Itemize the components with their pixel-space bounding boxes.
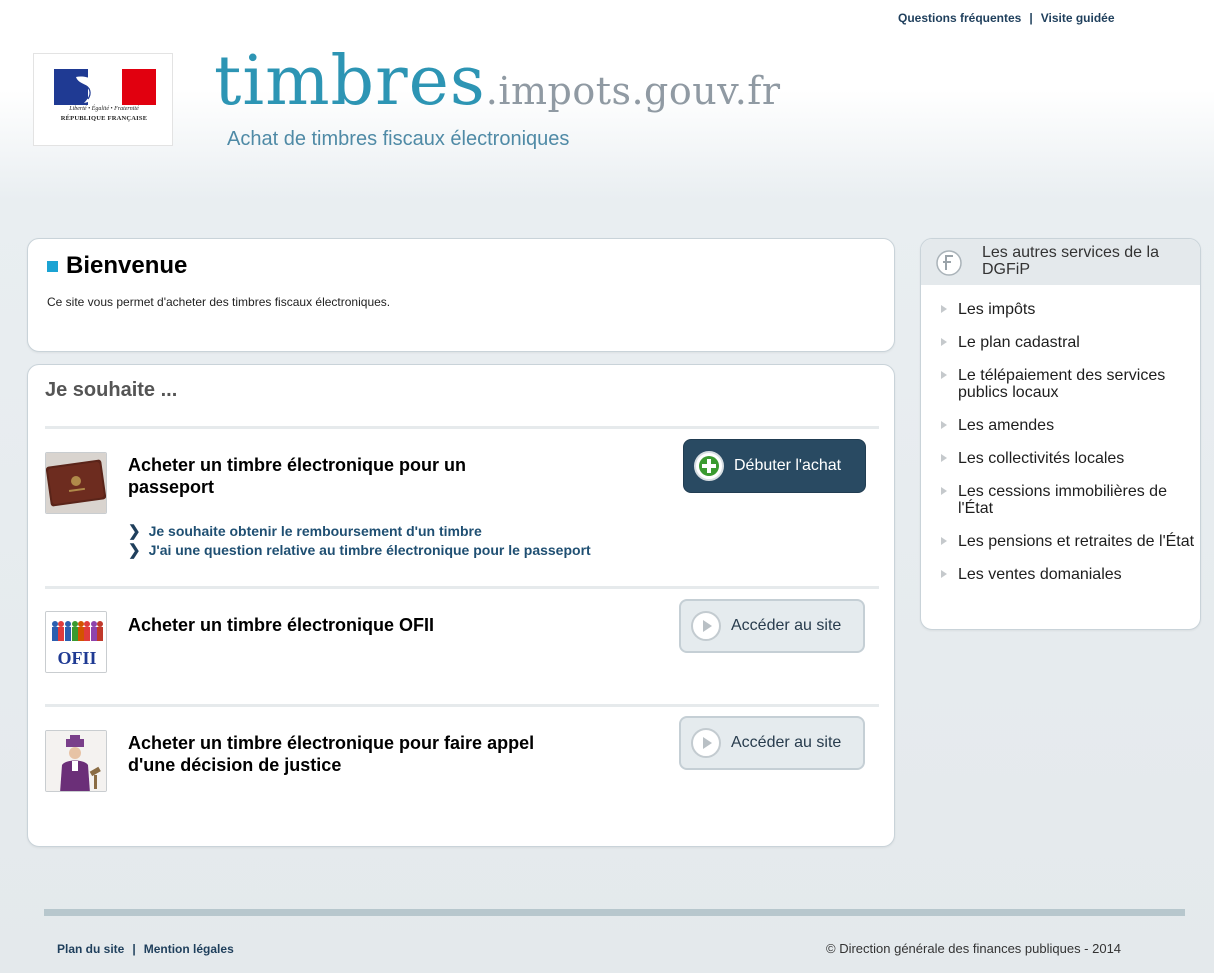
top-links: Questions fréquentes | Visite guidée: [898, 11, 1115, 25]
refund-link-label: Je souhaite obtenir le remboursement d'u…: [148, 523, 482, 539]
triangle-bullet-icon: [941, 421, 947, 429]
site-title[interactable]: timbres.impots.gouv.fr: [214, 48, 781, 116]
logo-motto: Liberté • Égalité • Fraternité: [69, 106, 139, 112]
play-icon: [691, 728, 721, 758]
divider: [45, 704, 879, 707]
chevron-right-icon: ❯: [128, 523, 141, 540]
footer-separator: |: [132, 942, 136, 956]
sidebar-item-amendes[interactable]: Les amendes: [941, 417, 1196, 434]
sidebar-item-label: Les impôts: [958, 301, 1036, 318]
sidebar-item-label: Le télépaiement des services publics loc…: [958, 367, 1166, 401]
start-purchase-button[interactable]: Débuter l'achat: [683, 439, 866, 493]
sidebar-item-cessions[interactable]: Les cessions immobilières de l'État: [941, 483, 1196, 517]
ofii-icon: OFII: [45, 611, 107, 673]
ofii-item-title: Acheter un timbre électronique OFII: [128, 615, 435, 635]
legal-notice-link[interactable]: Mention légales: [144, 942, 234, 956]
chevron-right-icon: ❯: [128, 542, 141, 559]
sidebar-title: Les autres services de la DGFiP: [982, 244, 1159, 278]
passport-icon: [45, 452, 107, 514]
guided-tour-link[interactable]: Visite guidée: [1041, 11, 1115, 25]
triangle-bullet-icon: [941, 305, 947, 313]
access-ofii-site-button[interactable]: Accéder au site: [679, 599, 865, 653]
start-purchase-label: Débuter l'achat: [734, 457, 842, 474]
wish-title: Je souhaite ...: [45, 379, 178, 401]
justice-title-line2: d'une décision de justice: [128, 755, 342, 775]
ofii-icon-text: OFII: [57, 648, 96, 668]
passport-item-title: Acheter un timbre électronique pour un p…: [128, 454, 466, 498]
passport-title-line1: Acheter un timbre électronique pour un: [128, 455, 467, 475]
sidebar-item-label: Les ventes domaniales: [958, 566, 1122, 583]
top-links-separator: |: [1029, 11, 1033, 25]
logo-republic-text: RÉPUBLIQUE FRANÇAISE: [60, 115, 148, 122]
access-ofii-site-label: Accéder au site: [731, 617, 842, 634]
footer-divider: [44, 909, 1185, 916]
triangle-bullet-icon: [941, 570, 947, 578]
sidebar-item-ventes[interactable]: Les ventes domaniales: [941, 566, 1196, 583]
triangle-bullet-icon: [941, 454, 947, 462]
welcome-heading: Bienvenue: [47, 252, 187, 280]
passport-question-link-label: J'ai une question relative au timbre éle…: [148, 542, 591, 558]
welcome-title: Bienvenue: [66, 252, 188, 279]
sitemap-link[interactable]: Plan du site: [57, 942, 124, 956]
divider: [45, 586, 879, 589]
access-justice-site-label: Accéder au site: [731, 734, 842, 751]
sidebar-item-label: Les pensions et retraites de l'État: [958, 533, 1195, 550]
sidebar-item-label: Le plan cadastral: [958, 334, 1080, 351]
sidebar-item-collectivites[interactable]: Les collectivités locales: [941, 450, 1196, 467]
play-icon: [691, 611, 721, 641]
dgfip-services-sidebar: Les autres services de la DGFiP Les impô…: [920, 238, 1201, 630]
faq-link[interactable]: Questions fréquentes: [898, 11, 1021, 25]
sidebar-header: Les autres services de la DGFiP: [921, 239, 1200, 285]
passport-question-link[interactable]: ❯ J'ai une question relative au timbre él…: [128, 541, 591, 559]
square-bullet-icon: [47, 261, 58, 272]
wish-panel: Je souhaite ... Acheter un timbre électr…: [27, 364, 895, 847]
sidebar-item-impots[interactable]: Les impôts: [941, 301, 1196, 318]
sidebar-item-telepaiement[interactable]: Le télépaiement des services publics loc…: [941, 367, 1196, 401]
sidebar-item-label: Les cessions immobilières de l'État: [958, 483, 1167, 517]
justice-icon: [45, 730, 107, 792]
republique-francaise-logo[interactable]: Liberté • Égalité • Fraternité RÉPUBLIQU…: [33, 53, 173, 146]
triangle-bullet-icon: [941, 338, 947, 346]
footer-links: Plan du site | Mention légales: [57, 942, 234, 956]
welcome-text: Ce site vous permet d'acheter des timbre…: [47, 295, 391, 309]
copyright: © Direction générale des finances publiq…: [826, 941, 1122, 956]
triangle-bullet-icon: [941, 487, 947, 495]
sidebar-item-plan-cadastral[interactable]: Le plan cadastral: [941, 334, 1196, 351]
dgfip-logo-icon: [936, 250, 962, 276]
refund-link[interactable]: ❯ Je souhaite obtenir le remboursement d'…: [128, 522, 482, 540]
site-subtitle: Achat de timbres fiscaux électroniques: [227, 128, 570, 150]
access-justice-site-button[interactable]: Accéder au site: [679, 716, 865, 770]
sidebar-item-label: Les amendes: [958, 417, 1055, 434]
sidebar-item-pensions[interactable]: Les pensions et retraites de l'État: [941, 533, 1196, 550]
justice-item-title: Acheter un timbre électronique pour fair…: [128, 732, 534, 776]
welcome-panel: Bienvenue Ce site vous permet d'acheter …: [27, 238, 895, 352]
triangle-bullet-icon: [941, 537, 947, 545]
divider: [45, 426, 879, 429]
passport-title-line2: passeport: [128, 477, 215, 497]
justice-title-line1: Acheter un timbre électronique pour fair…: [128, 733, 535, 753]
site-title-domain: .impots.gouv.fr: [485, 69, 781, 113]
sidebar-list: Les impôts Le plan cadastral Le télépaie…: [941, 301, 1196, 599]
marianne-flag-icon: [54, 69, 156, 105]
triangle-bullet-icon: [941, 371, 947, 379]
site-title-main: timbres: [214, 42, 486, 121]
sidebar-item-label: Les collectivités locales: [958, 450, 1125, 467]
plus-icon: [694, 451, 724, 481]
